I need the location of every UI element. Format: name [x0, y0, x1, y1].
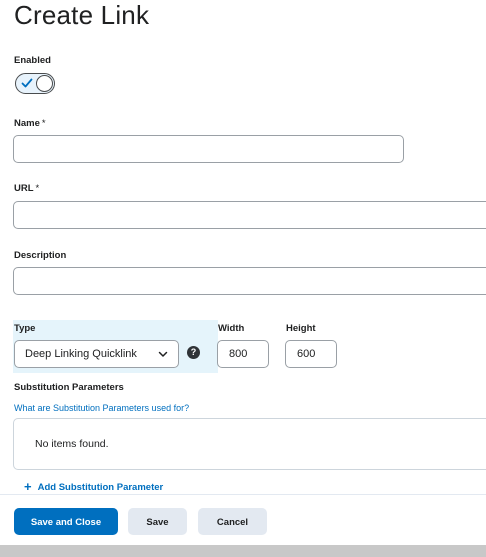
- type-select-value: Deep Linking Quicklink: [25, 348, 137, 360]
- chevron-down-icon: [158, 351, 168, 357]
- add-substitution-parameter-button[interactable]: + Add Substitution Parameter: [24, 478, 164, 494]
- type-select[interactable]: Deep Linking Quicklink: [14, 340, 179, 368]
- name-label: Name *: [14, 118, 46, 129]
- page-title: Create Link: [14, 0, 150, 30]
- plus-icon: +: [24, 479, 32, 494]
- save-button[interactable]: Save: [128, 508, 187, 535]
- bottom-scrollbar[interactable]: [0, 545, 486, 557]
- footer-divider: [0, 494, 486, 495]
- cancel-button[interactable]: Cancel: [198, 508, 267, 535]
- url-label-text: URL: [14, 183, 34, 194]
- enabled-label: Enabled: [14, 55, 51, 66]
- height-input[interactable]: 600: [285, 340, 337, 368]
- description-label: Description: [14, 250, 67, 261]
- type-label: Type: [14, 323, 36, 334]
- name-label-text: Name: [14, 118, 40, 129]
- url-label: URL *: [14, 183, 39, 194]
- height-value: 600: [297, 348, 316, 360]
- enabled-toggle[interactable]: [15, 73, 55, 94]
- width-label: Width: [218, 323, 245, 334]
- toggle-knob: [36, 75, 53, 92]
- url-input[interactable]: [13, 201, 486, 229]
- check-icon: [21, 78, 33, 88]
- name-input[interactable]: [13, 135, 404, 163]
- substitution-help-link[interactable]: What are Substitution Parameters used fo…: [14, 403, 189, 413]
- required-marker: *: [35, 183, 40, 194]
- save-and-close-button[interactable]: Save and Close: [14, 508, 118, 535]
- substitution-parameters-list: No items found.: [13, 418, 486, 470]
- help-icon[interactable]: ?: [187, 346, 200, 359]
- description-input[interactable]: [13, 267, 486, 295]
- width-input[interactable]: 800: [217, 340, 269, 368]
- substitution-parameters-label: Substitution Parameters: [14, 382, 124, 393]
- width-value: 800: [229, 348, 248, 360]
- required-marker: *: [41, 118, 46, 129]
- height-label: Height: [286, 323, 316, 334]
- empty-state-text: No items found.: [35, 438, 109, 450]
- add-substitution-parameter-label: Add Substitution Parameter: [37, 482, 164, 493]
